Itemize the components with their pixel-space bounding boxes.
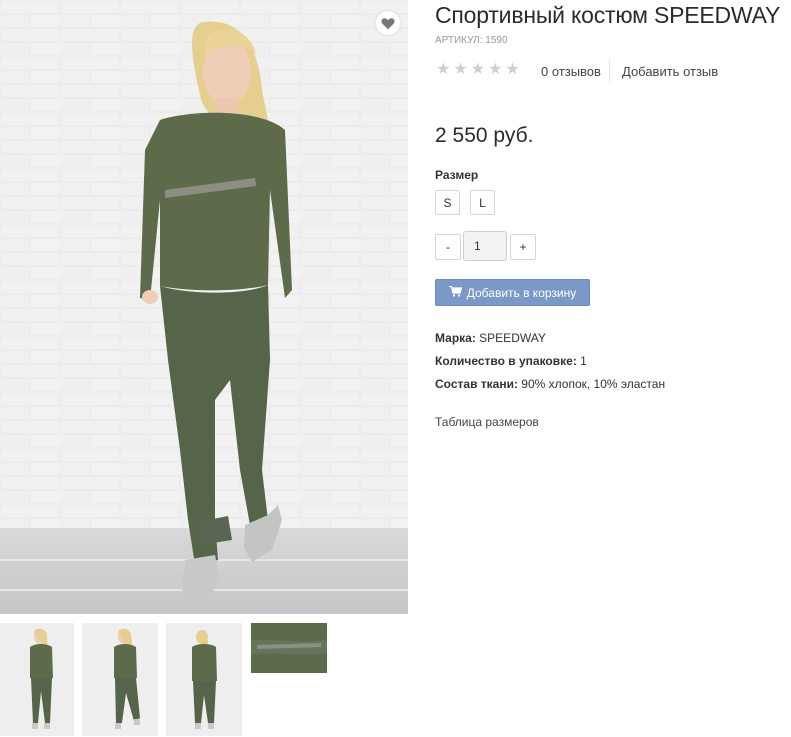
- divider: [609, 60, 610, 82]
- quantity-decrease-button[interactable]: -: [435, 234, 461, 260]
- property-value: 1: [580, 354, 587, 368]
- heart-icon: [381, 17, 395, 30]
- property-label: Состав ткани:: [435, 377, 518, 391]
- product-price: 2 550 руб.: [435, 124, 534, 147]
- property-value: SPEEDWAY: [479, 331, 546, 345]
- reviews-count[interactable]: 0 отзывов: [541, 64, 601, 79]
- quantity-increase-button[interactable]: +: [510, 234, 536, 260]
- size-option-l[interactable]: L: [470, 190, 495, 215]
- add-to-cart-label: Добавить в корзину: [466, 285, 577, 300]
- property-brand: Марка: SPEEDWAY: [435, 331, 546, 345]
- star-icon[interactable]: ★: [436, 61, 450, 79]
- wishlist-button[interactable]: [376, 11, 400, 35]
- star-icon[interactable]: ★: [488, 61, 502, 79]
- thumbnail-1[interactable]: [0, 623, 74, 736]
- star-icon[interactable]: ★: [505, 61, 519, 79]
- property-value: 90% хлопок, 10% эластан: [521, 377, 666, 391]
- add-to-cart-button[interactable]: Добавить в корзину: [435, 279, 590, 306]
- property-label: Марка:: [435, 331, 476, 345]
- star-icon[interactable]: ★: [471, 61, 485, 79]
- add-review-link[interactable]: Добавить отзыв: [622, 64, 718, 79]
- star-icon[interactable]: ★: [453, 61, 467, 79]
- product-sku: АРТИКУЛ: 1590: [435, 35, 508, 46]
- property-label: Количество в упаковке:: [435, 354, 577, 368]
- property-fabric: Состав ткани: 90% хлопок, 10% эластан: [435, 377, 665, 391]
- size-option-s[interactable]: S: [435, 190, 460, 215]
- product-photo: [0, 0, 408, 614]
- size-label: Размер: [435, 168, 479, 182]
- property-pack-quantity: Количество в упаковке: 1: [435, 354, 587, 368]
- thumbnail-4[interactable]: [251, 623, 327, 673]
- product-title: Спортивный костюм SPEEDWAY: [435, 2, 781, 28]
- thumbnail-2[interactable]: [82, 623, 158, 736]
- thumbnail-3[interactable]: [166, 623, 242, 736]
- shopping-cart-icon: [448, 285, 463, 300]
- quantity-input[interactable]: [463, 231, 507, 261]
- rating-stars[interactable]: ★ ★ ★ ★ ★: [436, 61, 520, 79]
- size-table-link[interactable]: Таблица размеров: [435, 415, 539, 429]
- product-main-image[interactable]: [0, 0, 408, 614]
